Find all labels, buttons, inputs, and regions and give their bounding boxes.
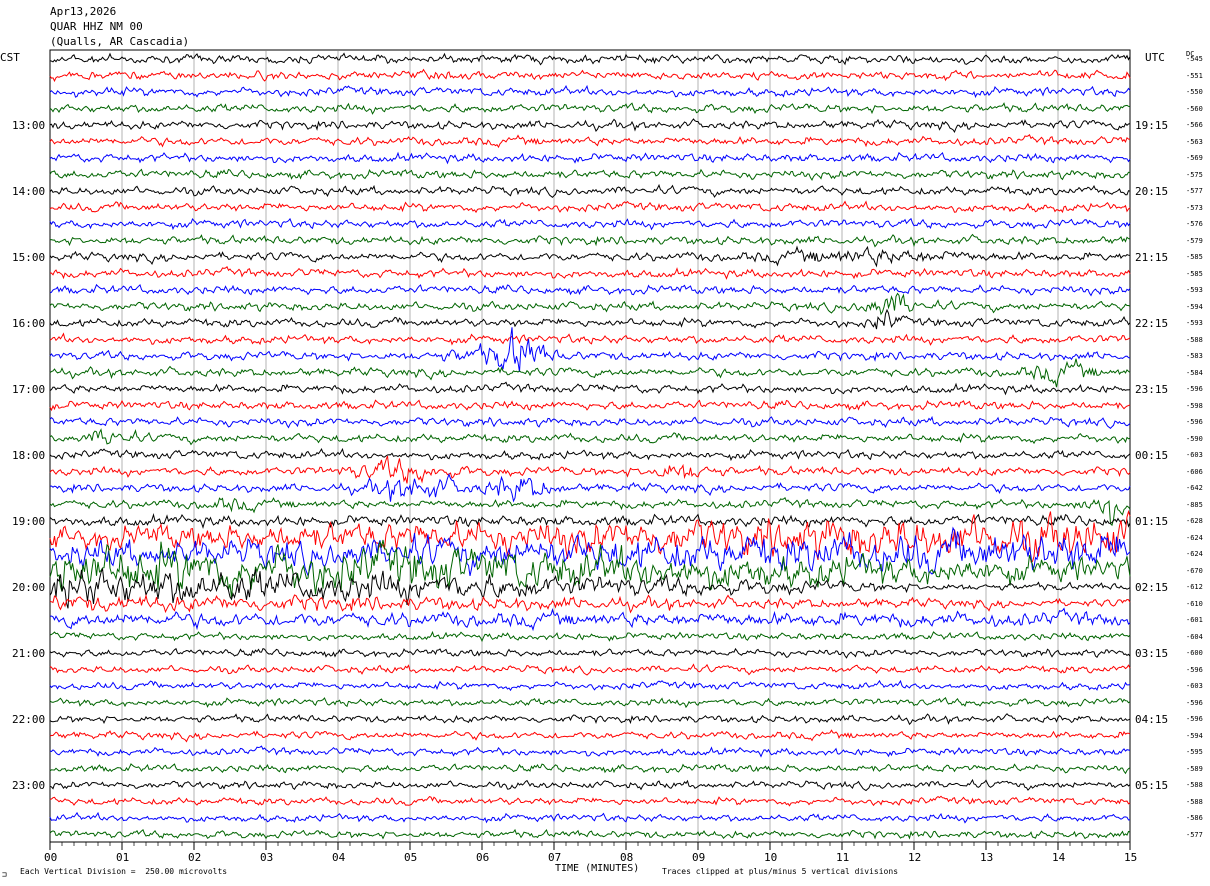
seismic-trace xyxy=(49,729,1131,743)
seismic-trace xyxy=(49,151,1131,165)
seismic-trace xyxy=(49,428,1131,446)
seismic-trace xyxy=(49,745,1131,758)
seismic-trace xyxy=(49,118,1131,133)
seismic-trace xyxy=(49,84,1131,99)
seismic-trace xyxy=(49,327,1131,372)
seismic-trace xyxy=(49,415,1131,429)
seismic-trace xyxy=(49,168,1131,182)
seismic-trace xyxy=(49,696,1131,709)
seismic-trace xyxy=(49,778,1131,792)
corner-glyph: ⊐ xyxy=(2,870,7,879)
seismic-trace xyxy=(49,795,1131,807)
seismic-trace xyxy=(49,102,1131,115)
seismic-trace xyxy=(49,183,1131,198)
seismic-trace xyxy=(49,358,1131,388)
seismic-trace xyxy=(49,217,1131,231)
seismic-trace xyxy=(49,245,1131,268)
seismic-trace xyxy=(49,455,1131,484)
scale-note: Each Vertical Division = 250.00 microvol… xyxy=(20,867,228,876)
seismic-trace xyxy=(49,399,1131,412)
seismic-trace xyxy=(49,593,1131,614)
seismic-trace xyxy=(49,292,1131,316)
x-axis-title: TIME (MINUTES) xyxy=(555,863,640,874)
seismic-trace xyxy=(49,607,1131,632)
seismic-trace xyxy=(49,200,1131,214)
seismogram-plot xyxy=(49,49,1131,850)
seismic-trace xyxy=(49,663,1131,676)
clip-note: Traces clipped at plus/minus 5 vertical … xyxy=(662,867,899,876)
seismic-trace xyxy=(49,811,1131,824)
seismic-trace xyxy=(49,513,1131,529)
seismic-trace xyxy=(49,647,1131,659)
seismic-trace xyxy=(49,133,1130,149)
seismic-trace xyxy=(49,265,1131,280)
seismic-trace xyxy=(49,68,1131,83)
seismic-trace xyxy=(49,713,1131,726)
seismic-trace xyxy=(49,332,1131,346)
seismic-trace xyxy=(49,763,1131,775)
seismic-trace xyxy=(49,473,1131,503)
seismic-trace xyxy=(49,630,1131,643)
seismic-trace xyxy=(49,381,1131,396)
seismic-trace xyxy=(49,233,1131,248)
plot-frame xyxy=(49,49,1131,843)
seismic-trace xyxy=(49,828,1131,840)
seismic-trace xyxy=(49,52,1131,66)
seismic-trace xyxy=(49,679,1131,692)
seismic-trace xyxy=(49,283,1131,297)
seismic-trace xyxy=(49,308,1131,330)
seismic-trace xyxy=(49,447,1131,462)
